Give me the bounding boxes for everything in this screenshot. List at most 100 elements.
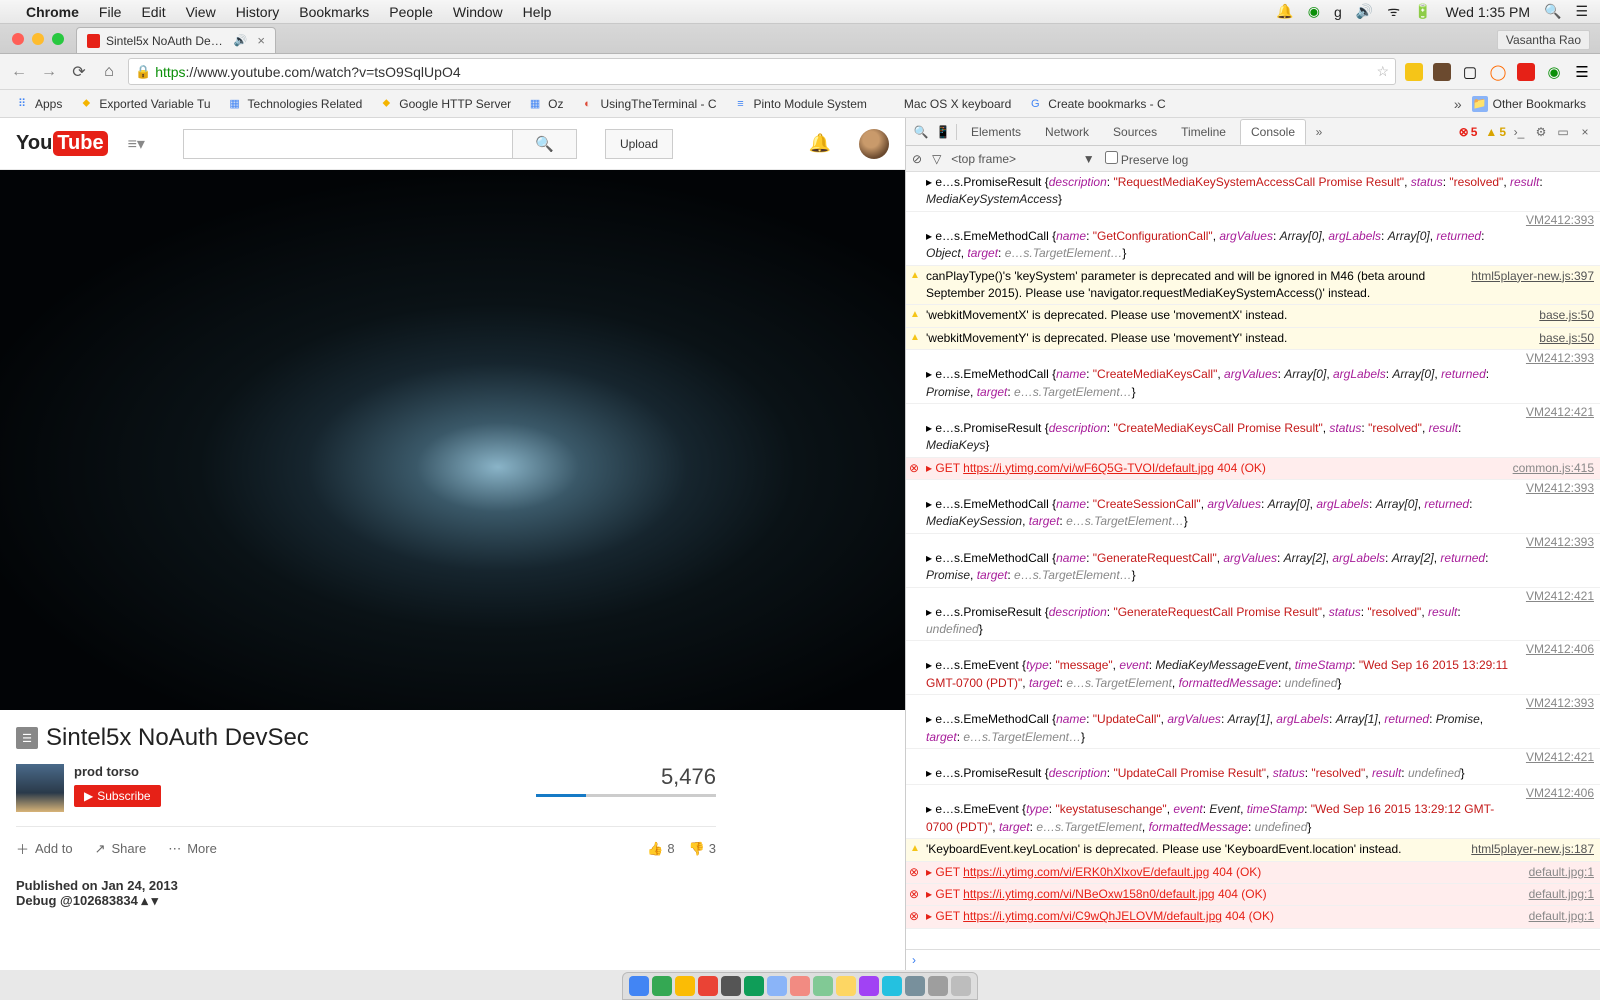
- bookmark-star-icon[interactable]: ☆: [1376, 63, 1389, 80]
- console-log-row[interactable]: VM2412:406: [906, 785, 1600, 799]
- tab-console[interactable]: Console: [1240, 119, 1306, 145]
- console-log-row[interactable]: ▸ e…s.EmeMethodCall {name: "CreateSessio…: [906, 494, 1600, 534]
- app-menu[interactable]: Chrome: [26, 4, 79, 20]
- console-log-row[interactable]: VM2412:393: [906, 695, 1600, 709]
- warning-count[interactable]: ▲5: [1485, 125, 1506, 139]
- notifications-icon[interactable]: 🔔: [809, 133, 831, 154]
- console-log-row[interactable]: base.js:50'webkitMovementX' is deprecate…: [906, 305, 1600, 327]
- extension-icon[interactable]: [1432, 62, 1452, 82]
- console-log-row[interactable]: VM2412:393: [906, 350, 1600, 364]
- menu-bookmarks[interactable]: Bookmarks: [299, 4, 369, 20]
- console-log-row[interactable]: ▸ e…s.EmeMethodCall {name: "CreateMediaK…: [906, 364, 1600, 404]
- extension-icon[interactable]: ◉: [1544, 62, 1564, 82]
- extension-icon[interactable]: [1404, 62, 1424, 82]
- console-log-row[interactable]: base.js:50'webkitMovementY' is deprecate…: [906, 328, 1600, 350]
- clock[interactable]: Wed 1:35 PM: [1445, 4, 1530, 20]
- bookmark-item[interactable]: ≡Pinto Module System: [727, 93, 873, 115]
- console-log-row[interactable]: ▸ e…s.EmeMethodCall {name: "GetConfigura…: [906, 226, 1600, 266]
- console-log-row[interactable]: default.jpg:1▸ GET https://i.ytimg.com/v…: [906, 906, 1600, 928]
- menu-file[interactable]: File: [99, 4, 122, 20]
- window-close[interactable]: [12, 33, 24, 45]
- upload-button[interactable]: Upload: [605, 129, 673, 159]
- dislike-button[interactable]: 👎 3: [689, 841, 716, 857]
- error-count[interactable]: ⊗5: [1459, 125, 1478, 139]
- profile-button[interactable]: Vasantha Rao: [1497, 30, 1590, 50]
- frame-selector[interactable]: <top frame> ▼: [951, 152, 1094, 166]
- tab-audio-icon[interactable]: 🔊: [234, 34, 248, 47]
- dock-app-icon[interactable]: [928, 976, 948, 996]
- console-log-row[interactable]: VM2412:406: [906, 641, 1600, 655]
- home-button[interactable]: ⌂: [98, 61, 120, 83]
- tab-close-icon[interactable]: ×: [257, 33, 265, 48]
- console-log-row[interactable]: VM2412:393: [906, 480, 1600, 494]
- console-output[interactable]: ▸ e…s.PromiseResult {description: "Reque…: [906, 172, 1600, 949]
- device-mode-icon[interactable]: 📱: [934, 125, 952, 139]
- menu-history[interactable]: History: [236, 4, 280, 20]
- console-log-row[interactable]: VM2412:421: [906, 588, 1600, 602]
- bookmark-item[interactable]: ▦Oz: [521, 93, 569, 115]
- dock-app-icon[interactable]: [629, 976, 649, 996]
- battery-icon[interactable]: 🔋: [1414, 3, 1431, 20]
- settings-icon[interactable]: ⚙: [1532, 125, 1550, 139]
- omnibox[interactable]: 🔒 https ://www.youtube.com/watch?v=tsO9S…: [128, 58, 1396, 85]
- console-log-row[interactable]: html5player-new.js:397canPlayType()'s 'k…: [906, 266, 1600, 306]
- more-button[interactable]: ⋯ More: [168, 841, 217, 857]
- console-log-row[interactable]: ▸ e…s.EmeMethodCall {name: "UpdateCall",…: [906, 709, 1600, 749]
- search-button[interactable]: 🔍: [513, 129, 577, 159]
- guide-toggle-icon[interactable]: ≡▾: [128, 134, 145, 154]
- bookmark-item[interactable]: ⬥Google HTTP Server: [372, 93, 517, 115]
- console-log-row[interactable]: ▸ e…s.PromiseResult {description: "Reque…: [906, 172, 1600, 212]
- dock-app-icon[interactable]: [652, 976, 672, 996]
- console-log-row[interactable]: html5player-new.js:187'KeyboardEvent.key…: [906, 839, 1600, 861]
- tab-timeline[interactable]: Timeline: [1171, 120, 1236, 144]
- extension-icon[interactable]: ◯: [1488, 62, 1508, 82]
- back-button[interactable]: ←: [8, 61, 30, 83]
- dock-app-icon[interactable]: [675, 976, 695, 996]
- tab-elements[interactable]: Elements: [961, 120, 1031, 144]
- bookmark-item[interactable]: GCreate bookmarks - C: [1021, 93, 1171, 115]
- notification-center-icon[interactable]: 🔔: [1276, 3, 1293, 20]
- spotlight-icon[interactable]: 🔍: [1544, 3, 1561, 20]
- volume-icon[interactable]: 🔊: [1356, 3, 1373, 20]
- console-log-row[interactable]: VM2412:393: [906, 212, 1600, 226]
- menu-extras-icon[interactable]: ☰: [1575, 3, 1588, 20]
- like-button[interactable]: 👍 8: [647, 841, 674, 857]
- bookmark-item[interactable]: ⬥Exported Variable Tu: [72, 93, 216, 115]
- dock-app-icon[interactable]: [813, 976, 833, 996]
- share-button[interactable]: ↗ Share: [95, 841, 147, 857]
- bookmark-item[interactable]: ◐UsingTheTerminal - C: [573, 93, 722, 115]
- google-icon[interactable]: g: [1334, 4, 1342, 20]
- dock-app-icon[interactable]: [721, 976, 741, 996]
- menu-edit[interactable]: Edit: [141, 4, 165, 20]
- console-log-row[interactable]: default.jpg:1▸ GET https://i.ytimg.com/v…: [906, 884, 1600, 906]
- console-log-row[interactable]: VM2412:421: [906, 404, 1600, 418]
- bookmarks-overflow-icon[interactable]: »: [1454, 96, 1462, 112]
- console-log-row[interactable]: ▸ e…s.PromiseResult {description: "Updat…: [906, 763, 1600, 785]
- console-log-row[interactable]: ▸ e…s.PromiseResult {description: "Gener…: [906, 602, 1600, 642]
- watch-later-icon[interactable]: ☰: [16, 727, 38, 749]
- window-zoom[interactable]: [52, 33, 64, 45]
- channel-avatar[interactable]: [16, 764, 64, 812]
- console-log-row[interactable]: ▸ e…s.EmeMethodCall {name: "GenerateRequ…: [906, 548, 1600, 588]
- menu-help[interactable]: Help: [523, 4, 552, 20]
- tab-network[interactable]: Network: [1035, 120, 1099, 144]
- tab-sources[interactable]: Sources: [1103, 120, 1167, 144]
- devtools-close-icon[interactable]: ×: [1576, 125, 1594, 139]
- console-log-row[interactable]: default.jpg:1▸ GET https://i.ytimg.com/v…: [906, 862, 1600, 884]
- console-log-row[interactable]: ▸ e…s.PromiseResult {description: "Creat…: [906, 418, 1600, 458]
- reload-button[interactable]: ⟳: [68, 61, 90, 83]
- menu-view[interactable]: View: [186, 4, 216, 20]
- console-log-row[interactable]: ▸ e…s.EmeEvent {type: "message", event: …: [906, 655, 1600, 695]
- account-avatar[interactable]: [859, 129, 889, 159]
- dock-trash-icon[interactable]: [951, 976, 971, 996]
- bookmark-item[interactable]: ▦Technologies Related: [221, 93, 369, 115]
- dock-app-icon[interactable]: [859, 976, 879, 996]
- drawer-toggle-icon[interactable]: ›_: [1510, 125, 1528, 139]
- chrome-menu-icon[interactable]: ☰: [1572, 62, 1592, 82]
- clear-console-icon[interactable]: ⊘: [912, 152, 922, 166]
- bookmark-item[interactable]: ⠿Apps: [8, 93, 68, 115]
- inspect-icon[interactable]: 🔍: [912, 125, 930, 139]
- console-log-row[interactable]: VM2412:421: [906, 749, 1600, 763]
- browser-tab[interactable]: Sintel5x NoAuth DevSec 🔊 ×: [76, 27, 276, 53]
- wifi-icon[interactable]: ᯤ: [1387, 2, 1400, 21]
